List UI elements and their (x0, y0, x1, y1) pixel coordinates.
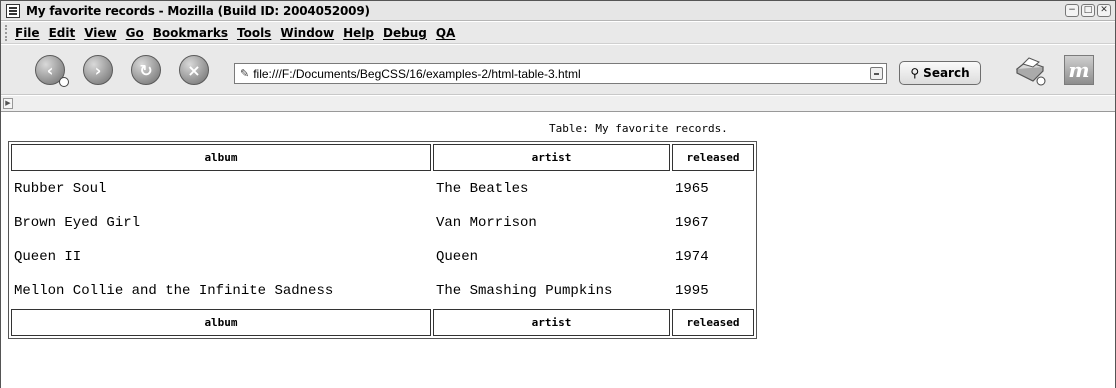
maximize-button[interactable]: □ (1081, 4, 1095, 17)
cell-artist: Queen (436, 249, 479, 265)
tab-strip: ▶ (1, 96, 1115, 112)
cell-released: 1967 (675, 215, 709, 231)
cell-artist: Van Morrison (436, 215, 537, 231)
page-proxy-icon[interactable]: ✎ (240, 67, 249, 80)
table-row: Rubber Soul The Beatles 1965 (11, 173, 754, 205)
url-input[interactable]: file:///F:/Documents/BegCSS/16/examples-… (253, 67, 580, 81)
title-bar[interactable]: My favorite records - Mozilla (Build ID:… (1, 1, 1115, 21)
footer-released: released (672, 309, 754, 336)
menu-view[interactable]: View (84, 26, 116, 40)
table-caption: Table: My favorite records. (549, 122, 728, 135)
cell-album: Brown Eyed Girl (14, 215, 141, 231)
back-button[interactable]: ‹ (35, 55, 69, 87)
throbber-icon[interactable]: m (1064, 55, 1094, 85)
menu-qa[interactable]: QA (436, 26, 456, 40)
menu-debug[interactable]: Debug (383, 26, 427, 40)
navigation-toolbar: ‹ › ↻ × ✎ file:///F:/Documents/BegCSS/16… (1, 45, 1115, 95)
menu-bookmarks[interactable]: Bookmarks (153, 26, 228, 40)
cell-released: 1965 (675, 181, 709, 197)
search-icon: ⚲ (910, 66, 920, 80)
reload-icon: ↻ (139, 60, 153, 80)
table-footer-row: album artist released (11, 309, 754, 336)
page-content: Table: My favorite records. album artist… (1, 113, 1115, 388)
reload-button[interactable]: ↻ (131, 55, 161, 85)
url-bar[interactable]: ✎ file:///F:/Documents/BegCSS/16/example… (234, 63, 887, 84)
menu-file[interactable]: File (15, 26, 40, 40)
header-released: released (672, 144, 754, 171)
stop-button[interactable]: × (179, 55, 209, 85)
stop-icon: × (187, 60, 201, 80)
cell-album: Queen II (14, 249, 82, 265)
close-button[interactable]: ✕ (1097, 4, 1111, 17)
table-row: Queen II Queen 1974 (11, 241, 754, 273)
menu-window[interactable]: Window (280, 26, 334, 40)
cell-album: Mellon Collie and the Infinite Sadness (14, 283, 334, 299)
sidebar-toggle-icon[interactable]: ▶ (3, 98, 13, 109)
table-row: Brown Eyed Girl Van Morrison 1967 (11, 207, 754, 239)
minimize-button[interactable]: − (1065, 4, 1079, 17)
menu-help[interactable]: Help (343, 26, 374, 40)
cell-artist: The Beatles (436, 181, 529, 197)
menu-bar: File Edit View Go Bookmarks Tools Window… (1, 22, 1115, 44)
url-history-dropdown-icon[interactable] (870, 67, 883, 80)
window-title: My favorite records - Mozilla (Build ID:… (26, 3, 370, 18)
footer-artist: artist (433, 309, 670, 336)
records-table: album artist released Rubber Soul The Be… (8, 141, 757, 339)
search-button-label: Search (923, 66, 970, 80)
cell-released: 1995 (675, 283, 709, 299)
menu-grip-handle[interactable] (5, 24, 11, 41)
print-icon[interactable] (1013, 53, 1047, 87)
footer-album: album (11, 309, 431, 336)
window-controls: − □ ✕ (1065, 4, 1111, 17)
back-dropdown-icon[interactable] (59, 77, 69, 87)
cell-released: 1974 (675, 249, 709, 265)
menu-tools[interactable]: Tools (237, 26, 271, 40)
table-header-row: album artist released (11, 144, 754, 171)
header-artist: artist (433, 144, 670, 171)
menu-go[interactable]: Go (126, 26, 144, 40)
back-icon: ‹ (46, 60, 54, 80)
table-row: Mellon Collie and the Infinite Sadness T… (11, 275, 754, 307)
forward-icon: › (94, 60, 102, 80)
cell-artist: The Smashing Pumpkins (436, 283, 613, 299)
header-album: album (11, 144, 431, 171)
menu-edit[interactable]: Edit (49, 26, 76, 40)
cell-album: Rubber Soul (14, 181, 107, 197)
app-icon (6, 3, 20, 18)
browser-window: My favorite records - Mozilla (Build ID:… (0, 0, 1116, 388)
search-button[interactable]: ⚲ Search (899, 61, 981, 85)
forward-button[interactable]: › (83, 55, 113, 85)
